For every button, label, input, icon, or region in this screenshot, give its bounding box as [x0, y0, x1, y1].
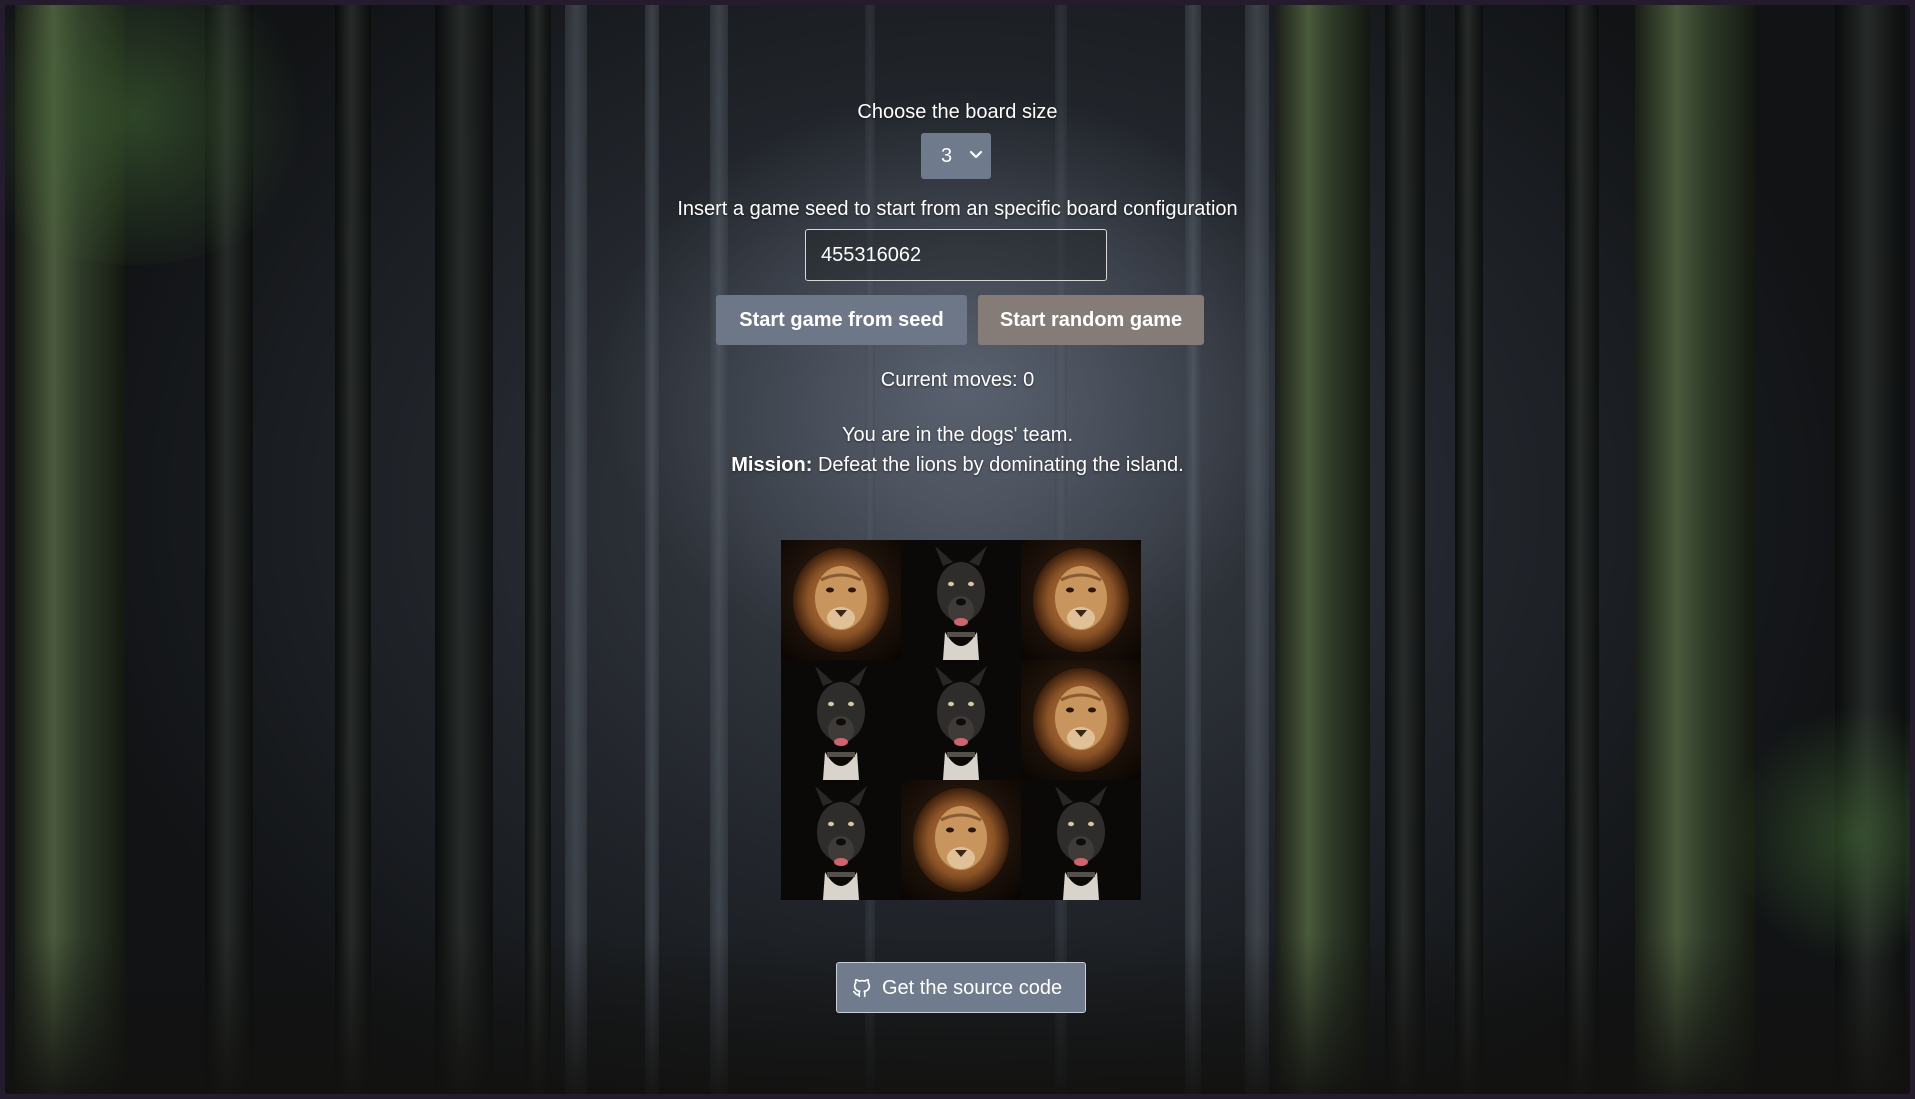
mission-label: Mission:: [731, 454, 813, 476]
game-board: [781, 540, 1141, 900]
get-source-code-button[interactable]: Get the source code: [836, 962, 1086, 1013]
board-cell-dog[interactable]: [1021, 780, 1141, 900]
board-cell-dog[interactable]: [901, 540, 1021, 660]
dog-icon: [781, 780, 901, 900]
board-cell-lion[interactable]: [1021, 540, 1141, 660]
board-cell-lion[interactable]: [781, 540, 901, 660]
seed-label: Insert a game seed to start from an spec…: [677, 198, 1238, 220]
github-icon: [851, 977, 873, 999]
mission-description: Defeat the lions by dominating the islan…: [812, 454, 1184, 476]
mission-text: Mission: Defeat the lions by dominating …: [5, 454, 1910, 477]
start-from-seed-button[interactable]: Start game from seed: [716, 295, 967, 345]
dog-icon: [1021, 780, 1141, 900]
dog-icon: [781, 660, 901, 780]
forest-background: Choose the board size 3 Insert a game se…: [5, 5, 1910, 1094]
board-cell-dog[interactable]: [781, 660, 901, 780]
board-size-label: Choose the board size: [857, 101, 1058, 123]
board-cell-lion[interactable]: [901, 780, 1021, 900]
board-cell-lion[interactable]: [1021, 660, 1141, 780]
lion-icon: [1021, 540, 1141, 660]
board-size-select[interactable]: 3: [921, 133, 991, 179]
lion-icon: [901, 780, 1021, 900]
start-random-game-button[interactable]: Start random game: [978, 295, 1204, 345]
get-source-code-label: Get the source code: [882, 977, 1063, 999]
seed-input[interactable]: [805, 229, 1107, 281]
team-text: You are in the dogs' team.: [841, 424, 1073, 446]
dog-icon: [901, 540, 1021, 660]
board-size-value: 3: [941, 145, 953, 167]
current-moves: Current moves: 0: [880, 369, 1035, 391]
lion-icon: [781, 540, 901, 660]
dog-icon: [901, 660, 1021, 780]
chevron-down-icon: [967, 143, 985, 165]
board-cell-dog[interactable]: [901, 660, 1021, 780]
board-cell-dog[interactable]: [781, 780, 901, 900]
lion-icon: [1021, 660, 1141, 780]
